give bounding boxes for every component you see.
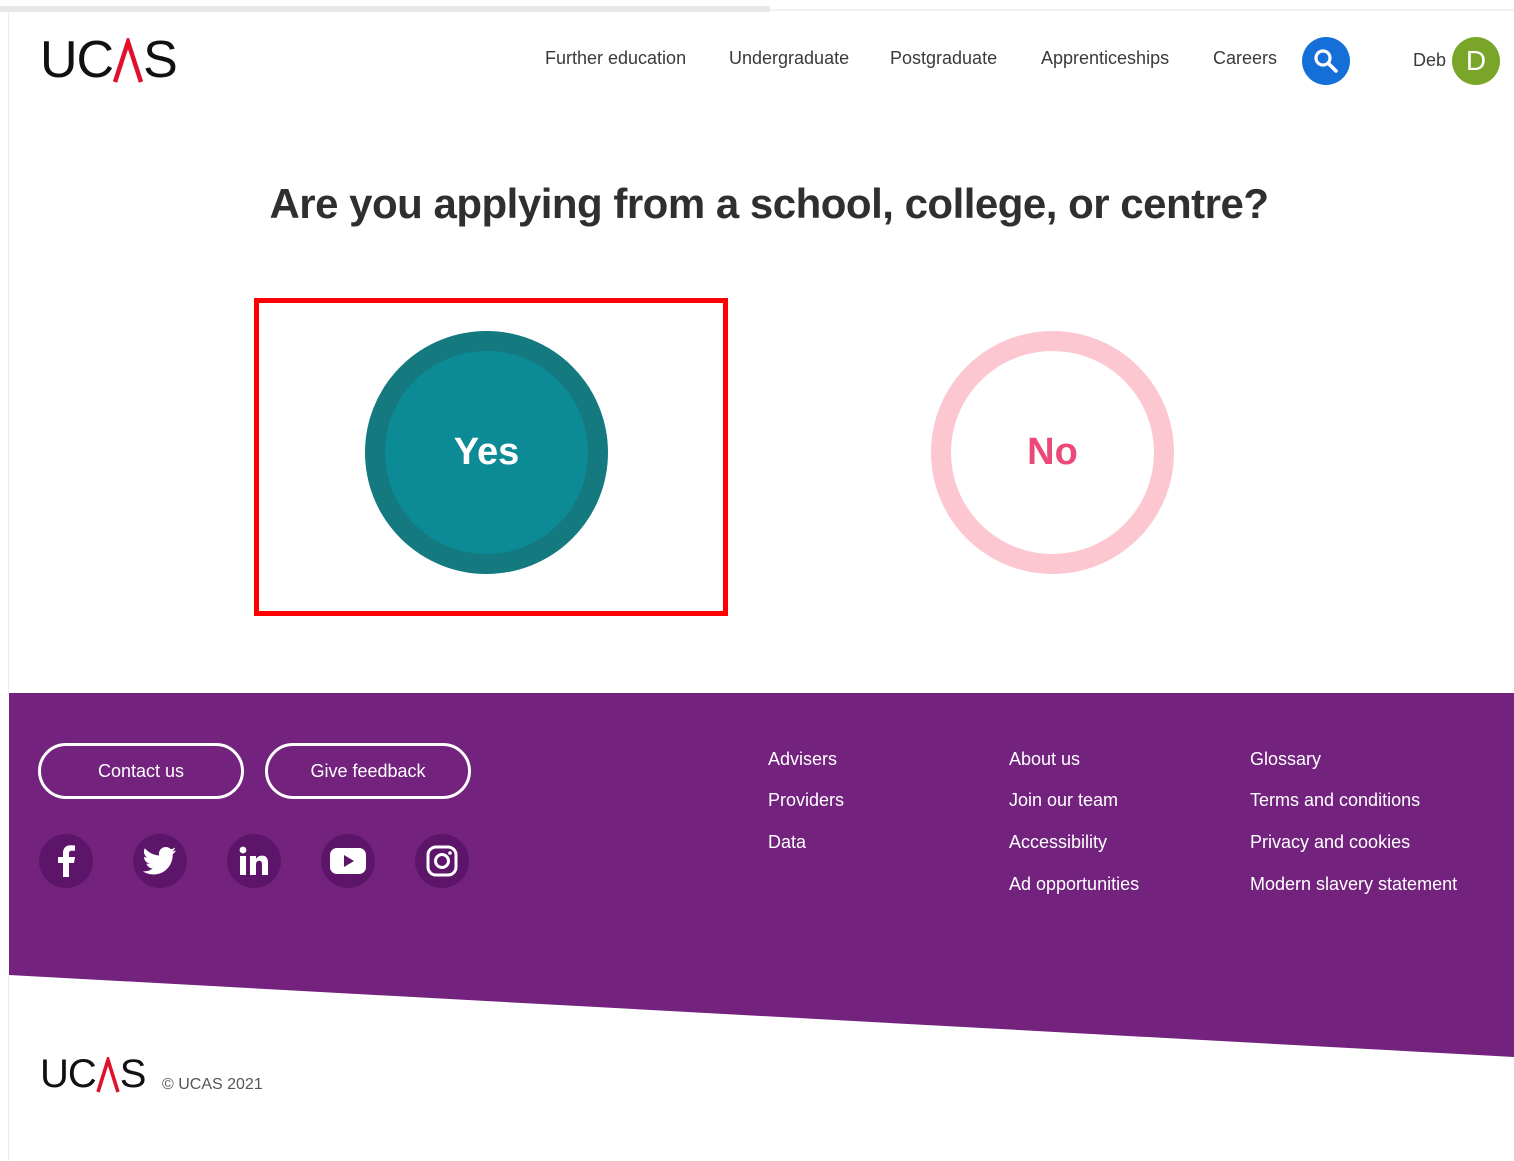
yes-button[interactable]: Yes [365,331,608,574]
footer-logo-lambda-mark [96,1057,120,1093]
footer-link-about-us[interactable]: About us [1009,749,1080,770]
facebook-link[interactable] [39,834,93,888]
page-question: Are you applying from a school, college,… [269,180,1269,227]
nav-postgraduate[interactable]: Postgraduate [890,48,997,69]
nav-apprenticeships[interactable]: Apprenticeships [1041,48,1169,69]
nav-careers[interactable]: Careers [1213,48,1277,69]
logo-lambda-mark [113,38,144,83]
footer-link-providers[interactable]: Providers [768,790,844,811]
browser-top-border-right [770,9,1514,11]
logo-text-right: S [143,31,178,89]
footer-logo-text-right: S [119,1052,147,1096]
search-button[interactable] [1302,37,1350,85]
ucas-logo[interactable]: UC S [40,31,178,89]
contact-us-button[interactable]: Contact us [38,743,244,799]
twitter-icon [143,847,176,875]
logo-text-left: UC [40,31,114,89]
footer-ucas-logo[interactable]: UC S [40,1052,147,1096]
give-feedback-button[interactable]: Give feedback [265,743,471,799]
youtube-link[interactable] [321,834,375,888]
footer-link-join-our-team[interactable]: Join our team [1009,790,1118,811]
instagram-icon [426,845,458,877]
user-name[interactable]: Deb [1413,50,1446,71]
youtube-icon [330,848,366,874]
user-avatar[interactable]: D [1452,37,1500,85]
yes-label: Yes [453,431,520,473]
nav-undergraduate[interactable]: Undergraduate [729,48,849,69]
linkedin-icon [239,846,268,875]
footer-link-modern-slavery[interactable]: Modern slavery statement [1250,874,1457,895]
twitter-link[interactable] [133,834,187,888]
search-icon [1314,49,1338,73]
instagram-link[interactable] [415,834,469,888]
footer-link-advisers[interactable]: Advisers [768,749,837,770]
footer-link-terms[interactable]: Terms and conditions [1250,790,1420,811]
footer-link-accessibility[interactable]: Accessibility [1009,832,1107,853]
footer-link-privacy[interactable]: Privacy and cookies [1250,832,1410,853]
footer-link-ad-opportunities[interactable]: Ad opportunities [1009,874,1139,895]
nav-further-education[interactable]: Further education [545,48,686,69]
page-left-border [8,12,9,694]
copyright-text: © UCAS 2021 [162,1076,263,1093]
footer-logo-text-left: UC [40,1052,97,1096]
no-label: No [1027,431,1078,473]
footer-link-data[interactable]: Data [768,832,806,853]
linkedin-link[interactable] [227,834,281,888]
no-button[interactable]: No [931,331,1174,574]
facebook-icon [58,845,75,877]
browser-top-border [0,6,770,12]
footer-link-glossary[interactable]: Glossary [1250,749,1321,770]
